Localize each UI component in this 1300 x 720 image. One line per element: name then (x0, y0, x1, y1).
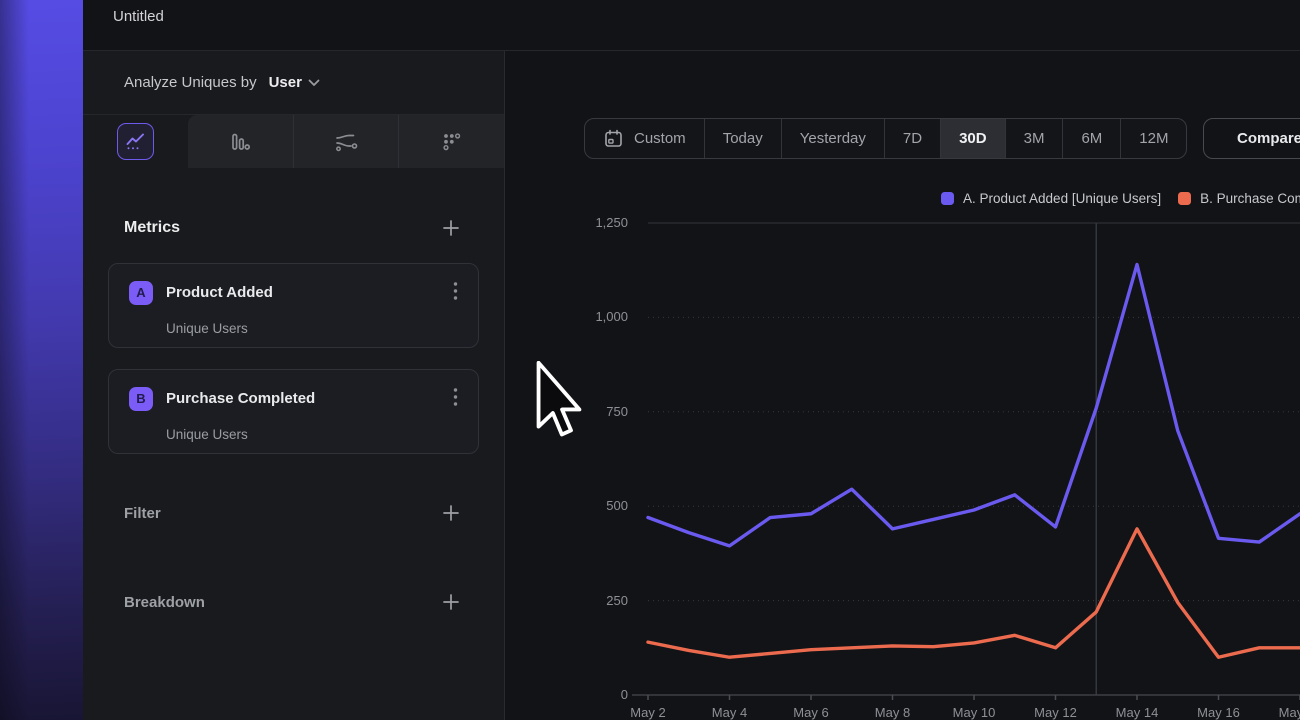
analyze-by-label: Analyze Uniques by (124, 74, 257, 91)
legend-label-a: A. Product Added [Unique Users] (963, 191, 1161, 206)
range-12m[interactable]: 12M (1120, 119, 1186, 158)
metric-title: Product Added (166, 284, 451, 301)
x-tick-label: May 6 (793, 705, 828, 720)
legend-item-a: A. Product Added [Unique Users] (941, 191, 1161, 206)
series-line-b[interactable] (648, 529, 1300, 657)
legend-swatch-b (1178, 192, 1191, 205)
line-chart-icon (125, 131, 146, 152)
metrics-label: Metrics (124, 219, 180, 237)
metric-badge-b: B (129, 387, 153, 411)
tab-flows[interactable] (293, 115, 399, 168)
calendar-icon (603, 128, 624, 149)
x-tick-label: May 14 (1116, 705, 1159, 720)
visualization-tab-strip (188, 115, 504, 168)
retention-grid-icon (441, 131, 463, 153)
visualization-tabs (83, 115, 504, 168)
x-tick-label: May 10 (953, 705, 996, 720)
y-tick-label: 250 (606, 593, 628, 608)
kebab-menu-icon (453, 387, 458, 407)
flows-icon (334, 131, 358, 153)
y-tick-label: 1,000 (595, 309, 628, 324)
legend-swatch-a (941, 192, 954, 205)
metric-badge-a: A (129, 281, 153, 305)
x-tick-label: May 2 (630, 705, 665, 720)
metric-subtitle: Unique Users (166, 427, 460, 442)
metric-options-button[interactable] (451, 383, 460, 414)
date-range-selector: Custom Today Yesterday 7D 30D 3M 6M 12M (584, 118, 1187, 159)
plus-icon (442, 219, 460, 237)
legend-label-b: B. Purchase Completed [Unique Users] (1200, 191, 1300, 206)
range-today[interactable]: Today (704, 119, 781, 158)
metric-options-button[interactable] (451, 277, 460, 308)
report-title: Untitled (113, 8, 164, 25)
add-filter-button[interactable] (442, 504, 460, 522)
metric-subtitle: Unique Users (166, 321, 460, 336)
x-tick-label: May 12 (1034, 705, 1077, 720)
x-tick-label: May 18 (1279, 705, 1300, 720)
x-tick-label: May 16 (1197, 705, 1240, 720)
line-chart[interactable]: 02505007501,0001,250 May 2May 4May 6May … (648, 223, 1300, 695)
filter-section-header: Filter (83, 498, 504, 528)
plus-icon (442, 593, 460, 611)
y-tick-label: 500 (606, 498, 628, 513)
breakdown-label: Breakdown (124, 594, 205, 611)
background-gradient-strip (0, 0, 83, 720)
add-metric-button[interactable] (442, 219, 460, 237)
analyze-by-row: Analyze Uniques by User (83, 51, 504, 115)
x-tick-label: May 8 (875, 705, 910, 720)
y-tick-label: 750 (606, 404, 628, 419)
y-tick-label: 1,250 (595, 215, 628, 230)
filter-label: Filter (124, 505, 161, 522)
compare-button[interactable]: Compare (1203, 118, 1300, 159)
series-line-a[interactable] (648, 265, 1300, 546)
range-3m[interactable]: 3M (1005, 119, 1063, 158)
chart-legend: A. Product Added [Unique Users] B. Purch… (941, 191, 1300, 206)
metric-card-product-added[interactable]: A Product Added Unique Users (108, 263, 479, 348)
metric-card-purchase-completed[interactable]: B Purchase Completed Unique Users (108, 369, 479, 454)
y-tick-label: 0 (621, 687, 628, 702)
analyze-by-value: User (269, 74, 302, 91)
range-7d[interactable]: 7D (884, 119, 940, 158)
range-yesterday[interactable]: Yesterday (781, 119, 884, 158)
tab-bar-chart[interactable] (188, 115, 293, 168)
breakdown-section-header: Breakdown (83, 587, 504, 617)
query-sidebar: Analyze Uniques by User (83, 51, 505, 720)
tab-retention[interactable] (398, 115, 504, 168)
chart-plot-area (648, 223, 1300, 703)
chart-panel: Custom Today Yesterday 7D 30D 3M 6M 12M … (505, 51, 1300, 720)
analyze-by-selector[interactable]: User (269, 74, 320, 91)
kebab-menu-icon (453, 281, 458, 301)
report-panel: Untitled Analyze Uniques by User (83, 0, 1300, 720)
metrics-section-header: Metrics (83, 214, 504, 242)
tab-line-chart[interactable] (117, 123, 154, 160)
add-breakdown-button[interactable] (442, 593, 460, 611)
range-custom[interactable]: Custom (585, 119, 704, 158)
metric-title: Purchase Completed (166, 390, 451, 407)
bar-chart-icon (229, 131, 251, 153)
legend-item-b: B. Purchase Completed [Unique Users] (1178, 191, 1300, 206)
app-window: Untitled Analyze Uniques by User (0, 0, 1300, 720)
y-axis-labels: 02505007501,0001,250 (568, 223, 628, 695)
range-30d[interactable]: 30D (940, 119, 1005, 158)
chevron-down-icon (308, 79, 320, 87)
plus-icon (442, 504, 460, 522)
top-bar: Untitled (83, 0, 1300, 51)
x-tick-label: May 4 (712, 705, 747, 720)
range-6m[interactable]: 6M (1062, 119, 1120, 158)
